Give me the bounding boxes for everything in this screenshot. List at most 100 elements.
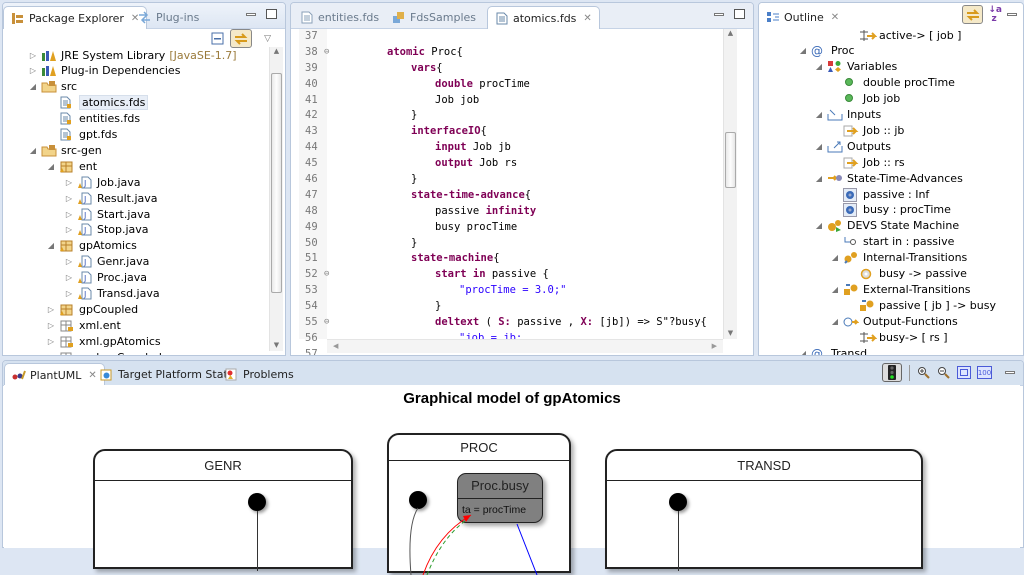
package-tree-item[interactable]: entities.fds bbox=[47, 111, 140, 127]
outline-tree-item[interactable]: start in : passive bbox=[831, 234, 954, 250]
minimize-button[interactable] bbox=[1007, 13, 1017, 16]
code-line[interactable]: 46} bbox=[297, 172, 723, 188]
maximize-button[interactable] bbox=[266, 9, 277, 19]
scroll-thumb[interactable] bbox=[725, 132, 736, 188]
state-proc[interactable]: PROC Proc.busy ta = procTime bbox=[387, 433, 571, 575]
code-line[interactable]: 53 "procTime = 3.0;" bbox=[297, 283, 723, 299]
tab-package-explorer[interactable]: Package Explorer ✕ bbox=[3, 6, 148, 29]
package-tree-item[interactable]: ◢ gpAtomics bbox=[47, 238, 137, 254]
collapse-all-icon[interactable] bbox=[211, 32, 224, 45]
tab-fdssamples[interactable]: FdsSamples bbox=[385, 6, 483, 29]
outline-tree-item[interactable]: ◢ Variables bbox=[815, 59, 897, 75]
code-line[interactable]: 49 busy procTime bbox=[297, 220, 723, 236]
state-transd[interactable]: TRANSD bbox=[605, 449, 923, 571]
minimize-button[interactable] bbox=[1005, 371, 1015, 374]
code-line[interactable]: 48 passive infinity bbox=[297, 204, 723, 220]
fit-to-window-icon[interactable] bbox=[957, 366, 971, 379]
fold-toggle-icon[interactable]: ⊖ bbox=[324, 267, 329, 283]
scroll-down-arrow[interactable]: ▼ bbox=[724, 329, 737, 337]
collapsed-twisty-icon[interactable]: ▷ bbox=[47, 353, 55, 355]
code-line[interactable]: 40 double procTime bbox=[297, 77, 723, 93]
tab-problems[interactable]: Problems bbox=[218, 363, 301, 386]
collapsed-twisty-icon[interactable]: ▷ bbox=[29, 66, 37, 75]
package-tree-item[interactable]: ▷ J Stop.java bbox=[65, 222, 149, 238]
outline-tree-item[interactable]: busy -> passive bbox=[847, 266, 967, 282]
package-tree-item[interactable]: ▷ J Result.java bbox=[65, 190, 158, 206]
package-tree-item[interactable]: ◢ src bbox=[29, 79, 77, 95]
editor-horizontal-scrollbar[interactable]: ◀ ▶ bbox=[327, 339, 723, 353]
view-menu-icon[interactable]: ▽ bbox=[264, 34, 271, 44]
code-line[interactable]: 47 state-time-advance{ bbox=[297, 188, 723, 204]
package-tree-item[interactable]: ▷ xml.gpCoupled bbox=[47, 349, 162, 355]
code-line[interactable]: 50} bbox=[297, 236, 723, 252]
collapsed-twisty-icon[interactable]: ▷ bbox=[65, 210, 73, 219]
expanded-twisty-icon[interactable]: ◢ bbox=[815, 221, 823, 230]
outline-tree-item[interactable]: ◢ Outputs bbox=[815, 138, 891, 154]
package-tree-item[interactable]: ▷ J Start.java bbox=[65, 206, 151, 222]
package-tree-item[interactable]: ▷ JRE System Library [JavaSE-1.7] bbox=[29, 47, 237, 63]
collapsed-twisty-icon[interactable]: ▷ bbox=[65, 289, 73, 298]
outline-tree-item[interactable]: Job :: jb bbox=[831, 122, 904, 138]
code-line[interactable]: 37 bbox=[297, 29, 723, 45]
expanded-twisty-icon[interactable]: ◢ bbox=[47, 162, 55, 171]
outline-tree-item[interactable]: ◢ DEVS State Machine bbox=[815, 218, 959, 234]
code-line[interactable]: 51 state-machine{ bbox=[297, 251, 723, 267]
collapsed-twisty-icon[interactable]: ▷ bbox=[47, 321, 55, 330]
outline-tree-item[interactable]: ◢ Inputs bbox=[815, 107, 881, 123]
expanded-twisty-icon[interactable]: ◢ bbox=[815, 62, 823, 71]
outline-tree-item[interactable]: ◢ @ Transd bbox=[799, 345, 867, 356]
outline-tree-item[interactable]: ◢ Output-Functions bbox=[831, 313, 958, 329]
zoom-in-icon[interactable] bbox=[917, 366, 930, 379]
expanded-twisty-icon[interactable]: ◢ bbox=[799, 349, 807, 356]
code-line[interactable]: 52 ⊖ start in passive { bbox=[297, 267, 723, 283]
link-with-editor-button[interactable] bbox=[962, 5, 984, 24]
outline-tree-item[interactable]: ◢ External-Transitions bbox=[831, 281, 971, 297]
fold-toggle-icon[interactable]: ⊖ bbox=[324, 45, 329, 61]
package-tree-item[interactable]: ▷ xml.ent bbox=[47, 317, 121, 333]
package-tree-item[interactable]: ▷ Plug-in Dependencies bbox=[29, 63, 181, 79]
expanded-twisty-icon[interactable]: ◢ bbox=[831, 317, 839, 326]
expanded-twisty-icon[interactable]: ◢ bbox=[815, 174, 823, 183]
state-genr[interactable]: GENR bbox=[93, 449, 353, 571]
scroll-left-arrow[interactable]: ◀ bbox=[333, 342, 338, 350]
package-tree-item[interactable]: gpt.fds bbox=[47, 127, 117, 143]
package-tree-item[interactable]: atomics.fds bbox=[47, 95, 149, 111]
scroll-right-arrow[interactable]: ▶ bbox=[712, 342, 717, 350]
traffic-light-toggle[interactable] bbox=[882, 363, 902, 382]
collapsed-twisty-icon[interactable]: ▷ bbox=[65, 225, 73, 234]
collapsed-twisty-icon[interactable]: ▷ bbox=[65, 273, 73, 282]
code-line[interactable]: 55 ⊖ deltext ( S: passive , X: [jb]) => S"… bbox=[297, 315, 723, 331]
outline-tree-item[interactable]: busy : procTime bbox=[831, 202, 951, 218]
package-tree-item[interactable]: ▷ J Proc.java bbox=[65, 270, 147, 286]
close-icon[interactable]: ✕ bbox=[583, 13, 591, 24]
outline-tree-item[interactable]: ◢ Internal-Transitions bbox=[831, 250, 967, 266]
outline-tree-item[interactable]: passive : Inf bbox=[831, 186, 929, 202]
collapsed-twisty-icon[interactable]: ▷ bbox=[47, 337, 55, 346]
collapsed-twisty-icon[interactable]: ▷ bbox=[65, 257, 73, 266]
code-line[interactable]: 39 vars{ bbox=[297, 61, 723, 77]
editor-vertical-scrollbar[interactable]: ▲ ▼ bbox=[723, 29, 737, 339]
scroll-up-arrow[interactable]: ▲ bbox=[724, 29, 737, 37]
outline-tree-item[interactable]: passive [ jb ] -> busy bbox=[847, 297, 996, 313]
tab-atomics-fds[interactable]: atomics.fds ✕ bbox=[487, 6, 600, 29]
collapsed-twisty-icon[interactable]: ▷ bbox=[47, 305, 55, 314]
outline-tree-item[interactable]: Job job bbox=[831, 91, 900, 107]
expanded-twisty-icon[interactable]: ◢ bbox=[799, 46, 807, 55]
expanded-twisty-icon[interactable]: ◢ bbox=[29, 146, 37, 155]
package-explorer-scrollbar[interactable]: ▲ ▼ bbox=[269, 47, 283, 351]
collapsed-twisty-icon[interactable]: ▷ bbox=[29, 51, 37, 60]
minimize-button[interactable] bbox=[246, 12, 256, 16]
tab-plantuml[interactable]: PlantUML ✕ bbox=[4, 363, 105, 386]
tab-entities-fds[interactable]: entities.fds bbox=[293, 6, 386, 29]
code-line[interactable]: 42} bbox=[297, 108, 723, 124]
expanded-twisty-icon[interactable]: ◢ bbox=[815, 142, 823, 151]
zoom-out-icon[interactable] bbox=[937, 366, 950, 379]
outline-tree-item[interactable]: double procTime bbox=[831, 75, 955, 91]
expanded-twisty-icon[interactable]: ◢ bbox=[815, 110, 823, 119]
expanded-twisty-icon[interactable]: ◢ bbox=[29, 82, 37, 91]
minimize-button[interactable] bbox=[714, 12, 724, 16]
package-tree-item[interactable]: ◢ src-gen bbox=[29, 142, 102, 158]
package-tree-item[interactable]: ▷ J Transd.java bbox=[65, 286, 160, 302]
fold-toggle-icon[interactable]: ⊖ bbox=[324, 315, 329, 331]
expanded-twisty-icon[interactable]: ◢ bbox=[47, 241, 55, 250]
